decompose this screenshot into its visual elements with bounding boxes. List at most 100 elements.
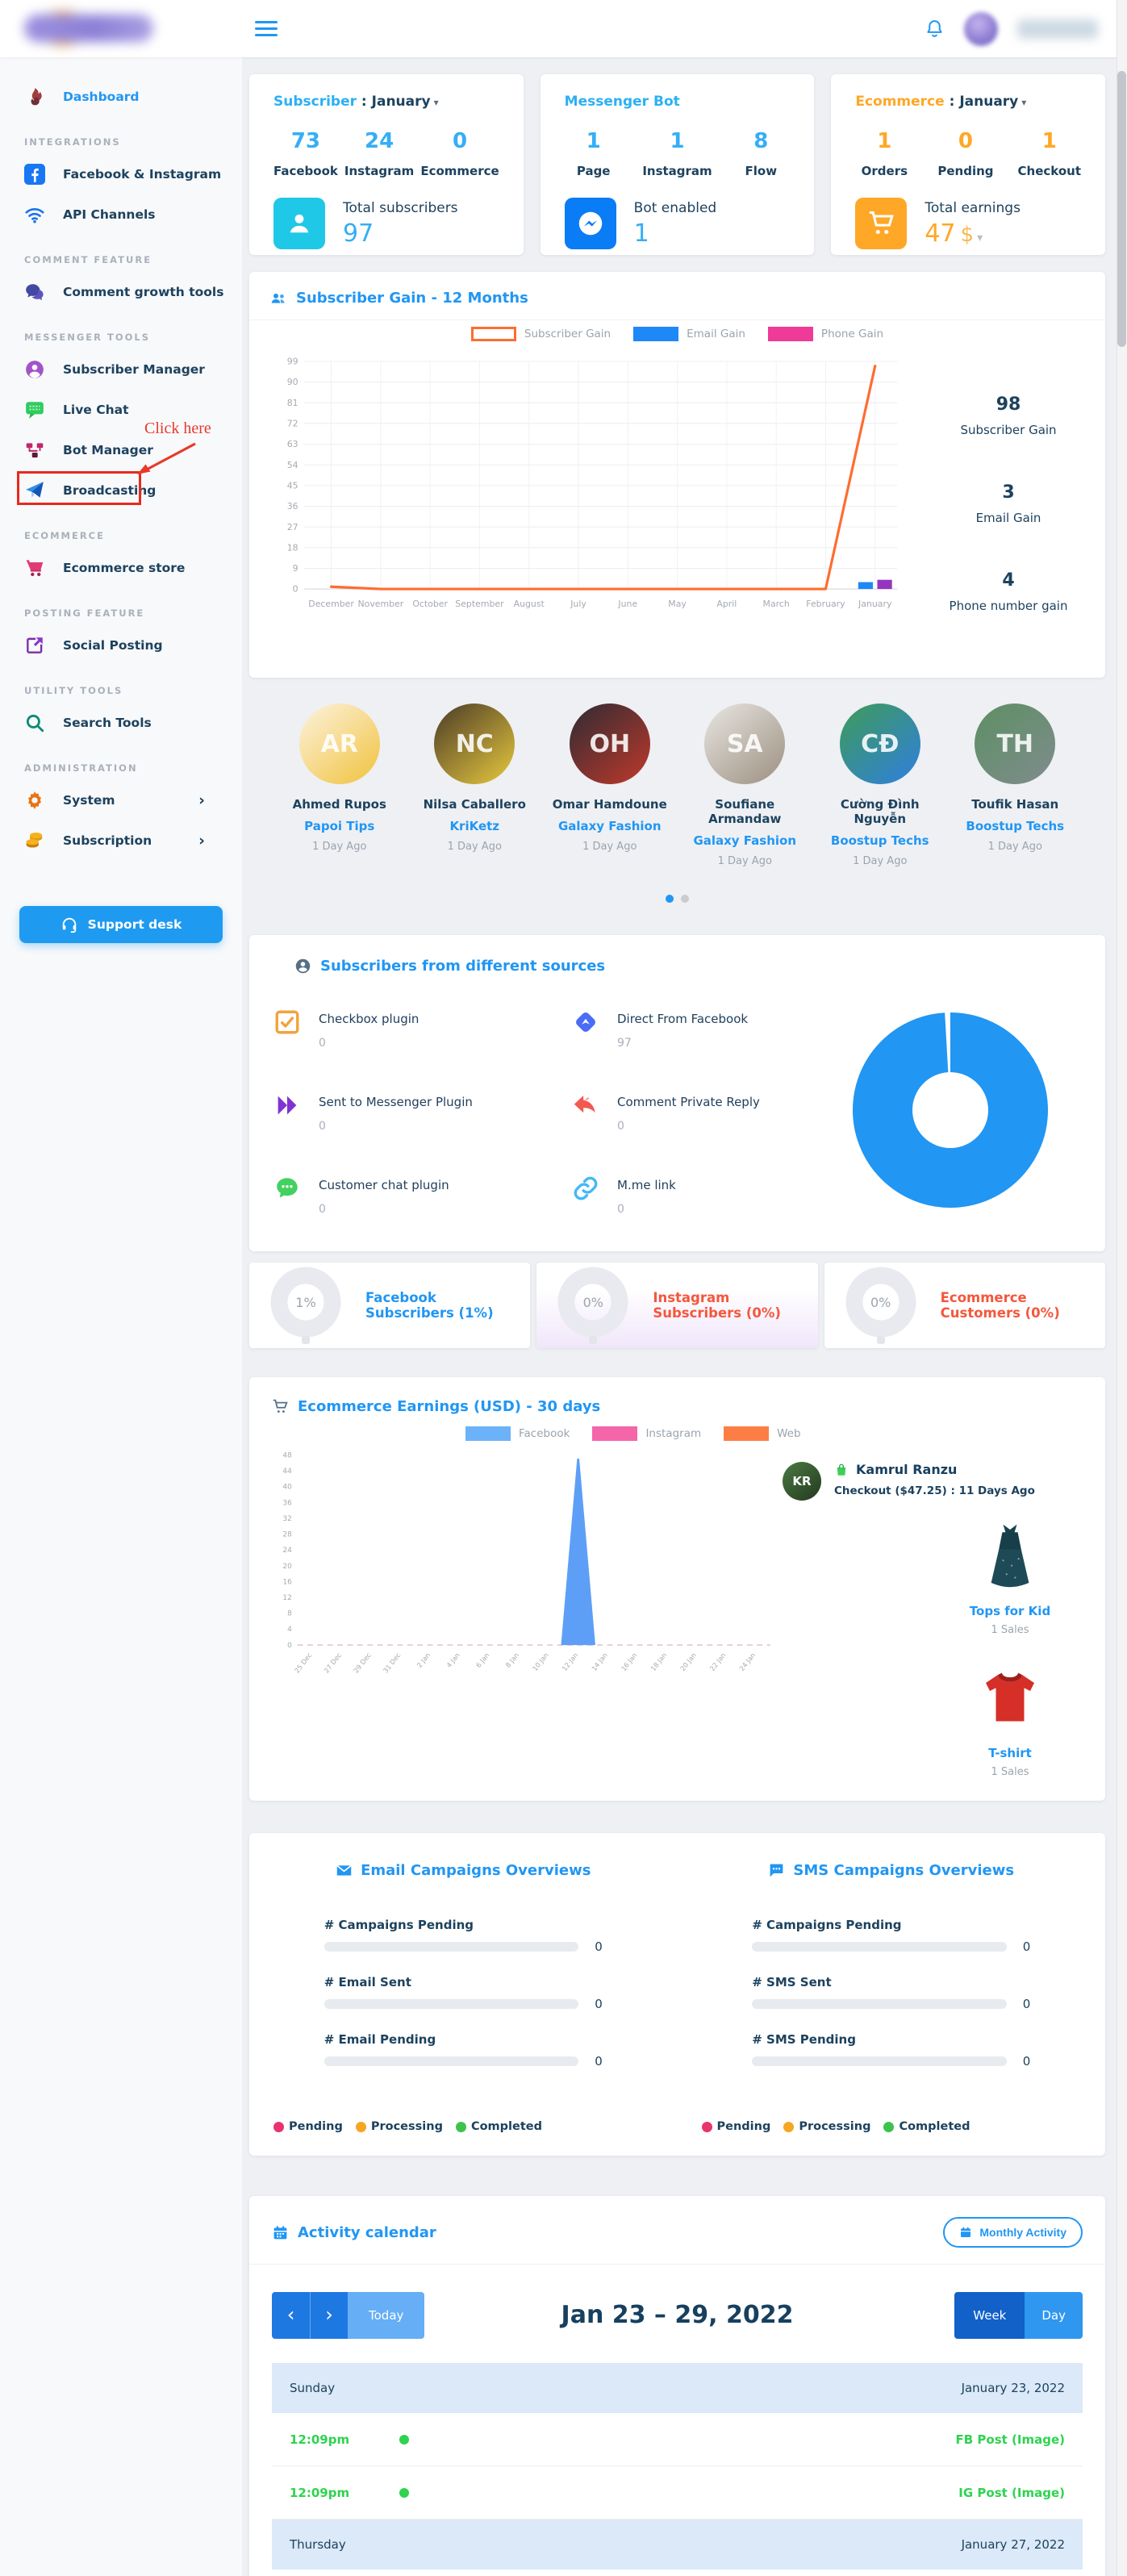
sidebar-item-subscriber-manager[interactable]: Subscriber Manager xyxy=(0,349,242,390)
checkout-row[interactable]: KR Kamrul Ranzu Checkout ($47.25) : 11 D… xyxy=(783,1462,1083,1501)
subscriber-avatar[interactable]: TH xyxy=(975,703,1055,784)
source-label: Direct From Facebook xyxy=(617,1008,748,1026)
stat-card-header[interactable]: Subscriber : January▾ xyxy=(273,94,499,110)
sidebar-item-ecommerce-store[interactable]: Ecommerce store xyxy=(0,548,242,588)
user-name-blur[interactable] xyxy=(1017,19,1098,39)
campaign-value: 0 xyxy=(1023,2054,1031,2069)
status-dot xyxy=(356,2122,366,2132)
svg-text:April: April xyxy=(716,599,737,609)
summary-value: 3 xyxy=(916,482,1100,503)
svg-text:36: 36 xyxy=(287,501,298,511)
product-name[interactable]: Tops for Kid xyxy=(937,1604,1083,1618)
search-icon xyxy=(24,712,45,733)
subscriber-page-link[interactable]: Papoi Tips xyxy=(272,819,407,833)
subscriber-page-link[interactable]: Galaxy Fashion xyxy=(542,819,678,833)
bell-icon[interactable] xyxy=(925,19,945,39)
svg-text:18 Jan: 18 Jan xyxy=(649,1651,668,1673)
subscriber-avatar[interactable]: CĐ xyxy=(840,703,920,784)
subscriber-card[interactable]: OH Omar Hamdoune Galaxy Fashion 1 Day Ag… xyxy=(542,703,678,867)
legend-item-facebook[interactable]: Facebook xyxy=(465,1426,570,1441)
checkbox-icon xyxy=(273,1008,301,1036)
subscriber-avatar[interactable]: OH xyxy=(570,703,650,784)
period-select[interactable]: January xyxy=(372,94,431,110)
period-select[interactable]: January xyxy=(959,94,1018,110)
day-view-button[interactable]: Day xyxy=(1025,2292,1083,2339)
calendar-event-row[interactable]: 12:09pm FB Post (Image) xyxy=(272,2413,1083,2466)
legend-swatch xyxy=(471,327,516,341)
carousel-dots xyxy=(272,895,1083,903)
subscriber-avatar[interactable]: AR xyxy=(299,703,380,784)
sidebar-item-search-tools[interactable]: Search Tools xyxy=(0,703,242,743)
scrollbar-track[interactable] xyxy=(1117,0,1127,2576)
svg-text:0: 0 xyxy=(293,584,298,595)
subscriber-avatar[interactable]: SA xyxy=(704,703,785,784)
legend-item-phone-gain[interactable]: Phone Gain xyxy=(768,327,883,341)
sidebar-item-subscription[interactable]: Subscription › xyxy=(0,820,242,861)
svg-text:25 Dec: 25 Dec xyxy=(293,1651,314,1674)
app-logo[interactable] xyxy=(0,0,242,57)
stat-value: 1 xyxy=(1018,129,1081,153)
calendar-event-row[interactable]: 12:09pm IG Post (Image) xyxy=(272,2466,1083,2520)
chat-dots-icon xyxy=(273,1175,301,1202)
sidebar-item-label: Subscription xyxy=(63,833,152,848)
event-label[interactable]: FB Post (Image) xyxy=(956,2432,1065,2447)
product-name[interactable]: T-shirt xyxy=(937,1746,1083,1760)
stat-card-header[interactable]: Ecommerce : January▾ xyxy=(855,94,1081,110)
calendar-event-row[interactable]: 02:00pm FB Post (CTA) xyxy=(272,2570,1083,2576)
sidebar-item-social-posting[interactable]: Social Posting xyxy=(0,625,242,666)
calendar-header: Activity calendar Monthly Activity xyxy=(249,2217,1105,2265)
next-button[interactable]: › xyxy=(310,2292,348,2339)
subscriber-card[interactable]: NC Nilsa Caballero KriKetz 1 Day Ago xyxy=(407,703,543,867)
sidebar-item-comment-growth-tools[interactable]: Comment growth tools xyxy=(0,272,242,312)
subscriber-page-link[interactable]: KriKetz xyxy=(407,819,543,833)
scrollbar-thumb[interactable] xyxy=(1117,71,1126,347)
shopping-bag-icon xyxy=(834,1463,849,1477)
product-item[interactable]: Tops for Kid 1 Sales xyxy=(937,1518,1083,1636)
campaign-label: # SMS Sent xyxy=(752,1975,1030,1989)
sidebar-item-system[interactable]: System › xyxy=(0,780,242,820)
svg-text:72: 72 xyxy=(287,419,298,429)
subscriber-avatar[interactable]: NC xyxy=(434,703,515,784)
hamburger-menu-icon[interactable] xyxy=(255,17,278,40)
total-value[interactable]: 47$▾ xyxy=(925,219,1021,248)
total-label: Total earnings xyxy=(925,200,1021,216)
user-avatar[interactable] xyxy=(964,12,998,46)
sidebar-item-dashboard[interactable]: Dashboard xyxy=(0,77,242,117)
legend-item-instagram[interactable]: Instagram xyxy=(592,1426,701,1441)
messenger-icon xyxy=(565,198,616,249)
subscriber-page-link[interactable]: Boostup Techs xyxy=(812,833,948,848)
support-desk-button[interactable]: Support desk xyxy=(19,906,223,943)
week-view-button[interactable]: Week xyxy=(954,2292,1025,2339)
campaign-value: 0 xyxy=(595,1997,603,2011)
subscriber-card[interactable]: SA Soufiane Armandaw Galaxy Fashion 1 Da… xyxy=(678,703,813,867)
source-value: 0 xyxy=(617,1203,676,1216)
subscriber-card[interactable]: TH Toufik Hasan Boostup Techs 1 Day Ago xyxy=(948,703,1083,867)
card-title-row: Ecommerce Earnings (USD) - 30 days xyxy=(272,1398,1083,1420)
stat-label: Page xyxy=(565,164,623,178)
sidebar-item-facebook-instagram[interactable]: Facebook & Instagram xyxy=(0,154,242,194)
calendar-nav-group: ‹ › Today xyxy=(272,2292,424,2339)
products-list: Tops for Kid 1 Sales T-shirt 1 Sales xyxy=(937,1518,1083,1778)
legend-swatch xyxy=(724,1426,769,1441)
subscriber-page-link[interactable]: Galaxy Fashion xyxy=(678,833,813,848)
subscriber-page-link[interactable]: Boostup Techs xyxy=(948,819,1083,833)
separator: : xyxy=(945,94,960,110)
today-button[interactable]: Today xyxy=(348,2292,424,2339)
legend-completed: Completed xyxy=(456,2120,542,2133)
legend-item-subscriber-gain[interactable]: Subscriber Gain xyxy=(471,327,611,341)
event-label[interactable]: IG Post (Image) xyxy=(958,2486,1065,2500)
wifi-icon xyxy=(24,204,45,225)
stat-columns: 1Page 1Instagram 8Flow xyxy=(565,129,791,178)
product-item[interactable]: T-shirt 1 Sales xyxy=(937,1660,1083,1778)
carousel-dot-active[interactable] xyxy=(666,895,674,903)
subscriber-card[interactable]: CĐ Cường Đình Nguyễn Boostup Techs 1 Day… xyxy=(812,703,948,867)
status-dot xyxy=(456,2122,466,2132)
monthly-activity-button[interactable]: Monthly Activity xyxy=(943,2217,1083,2248)
subscriber-card[interactable]: AR Ahmed Rupos Papoi Tips 1 Day Ago xyxy=(272,703,407,867)
carousel-dot[interactable] xyxy=(681,895,689,903)
legend-item-email-gain[interactable]: Email Gain xyxy=(633,327,745,341)
prev-button[interactable]: ‹ xyxy=(272,2292,310,2339)
legend-item-web[interactable]: Web xyxy=(724,1426,800,1441)
sidebar-item-api-channels[interactable]: API Channels xyxy=(0,194,242,235)
svg-text:27: 27 xyxy=(287,522,298,532)
